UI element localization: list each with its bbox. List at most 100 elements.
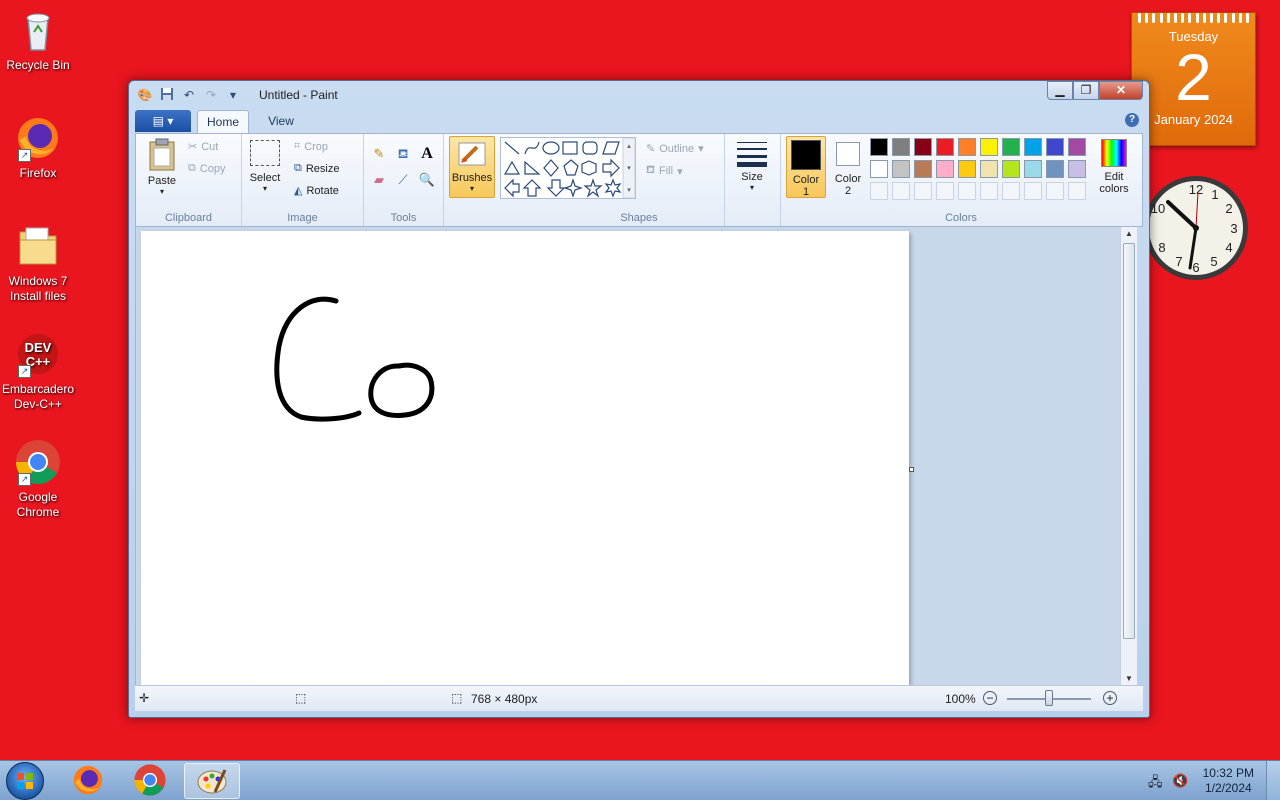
fill-button[interactable]: ⛾ Fill ▾ — [646, 164, 683, 178]
palette-swatch[interactable] — [892, 182, 910, 200]
close-button[interactable]: ✕ — [1099, 81, 1143, 100]
scroll-down-icon[interactable]: ▼ — [1121, 674, 1137, 683]
redo-icon[interactable]: ↷ — [203, 87, 219, 103]
zoom-in-icon[interactable]: + — [1103, 691, 1117, 705]
palette-swatch[interactable] — [980, 138, 998, 156]
title-bar[interactable]: 🎨 ↶ ↷ ▾ Untitled - Paint ▁ ❐ ✕ — [129, 81, 1149, 107]
network-icon[interactable]: 🖧 — [1148, 773, 1163, 795]
palette-swatch[interactable] — [1068, 182, 1086, 200]
palette-swatch[interactable] — [1046, 160, 1064, 178]
copy-button[interactable]: ⧉ Copy — [188, 162, 226, 175]
zoom-slider-thumb[interactable] — [1045, 690, 1053, 706]
resize-button[interactable]: ⧉ Resize — [294, 162, 339, 175]
color-picker-icon[interactable]: ⟋ — [392, 170, 414, 190]
palette-swatch[interactable] — [870, 182, 888, 200]
taskbar-firefox[interactable] — [60, 763, 116, 799]
size-button[interactable]: Size ▾ — [732, 140, 772, 192]
drawing-canvas[interactable] — [141, 231, 914, 685]
eraser-icon[interactable]: ▰ — [368, 170, 390, 190]
undo-icon[interactable]: ↶ — [181, 87, 197, 103]
fill-icon: ⛾ — [646, 164, 655, 176]
palette-swatch[interactable] — [958, 182, 976, 200]
taskbar-paint[interactable] — [184, 763, 240, 799]
palette-swatch[interactable] — [1024, 160, 1042, 178]
palette-swatch[interactable] — [1024, 182, 1042, 200]
svg-text:2: 2 — [1225, 201, 1232, 216]
tab-view[interactable]: View — [259, 110, 303, 133]
palette-swatch[interactable] — [892, 138, 910, 156]
desktop-icon-recycle-bin[interactable]: Recycle Bin — [0, 6, 76, 73]
minimize-button[interactable]: ▁ — [1047, 81, 1073, 100]
shapes-gallery[interactable]: ▴ ▾ ▾ — [500, 137, 636, 199]
desktop-icon-label: Embarcadero Dev-C++ — [1, 382, 75, 411]
palette-swatch[interactable] — [958, 160, 976, 178]
svg-text:5: 5 — [1210, 254, 1217, 269]
palette-swatch[interactable] — [936, 160, 954, 178]
save-icon[interactable] — [159, 87, 175, 103]
tab-home[interactable]: Home — [197, 110, 249, 133]
show-desktop-button[interactable] — [1266, 761, 1280, 800]
palette-swatch[interactable] — [914, 160, 932, 178]
svg-text:8: 8 — [1158, 240, 1165, 255]
paint-menu-button[interactable]: ▤ ▾ — [135, 110, 191, 132]
palette-swatch[interactable] — [936, 182, 954, 200]
desktop-icon-devcpp[interactable]: DEV C++ ↗ Embarcadero Dev-C++ — [0, 330, 76, 412]
desktop-icon-firefox[interactable]: ↗ Firefox — [0, 114, 76, 181]
start-button[interactable] — [6, 762, 44, 800]
select-icon — [250, 140, 280, 166]
scroll-thumb[interactable] — [1123, 243, 1135, 639]
palette-swatch[interactable] — [1068, 138, 1086, 156]
palette-swatch[interactable] — [914, 182, 932, 200]
paint-app-icon[interactable]: 🎨 — [137, 87, 153, 103]
taskbar-chrome[interactable] — [122, 763, 178, 799]
palette-swatch[interactable] — [958, 138, 976, 156]
group-label: Clipboard — [164, 212, 213, 224]
palette-swatch[interactable] — [980, 160, 998, 178]
desktop-icon-chrome[interactable]: ↗ Google Chrome — [0, 438, 76, 520]
desktop-icon-install-files[interactable]: Windows 7 Install files — [0, 222, 76, 304]
customize-qat-icon[interactable]: ▾ — [225, 87, 241, 103]
volume-muted-icon[interactable]: 🔇 — [1172, 773, 1188, 789]
help-icon[interactable]: ? — [1125, 113, 1139, 127]
text-tool-icon[interactable]: A — [416, 144, 438, 164]
palette-swatch[interactable] — [1002, 160, 1020, 178]
palette-swatch[interactable] — [1002, 182, 1020, 200]
edit-colors-button[interactable]: Edit colors — [1092, 136, 1136, 195]
palette-swatch[interactable] — [936, 138, 954, 156]
brushes-button[interactable]: Brushes ▾ — [449, 136, 495, 198]
zoom-out-icon[interactable]: − — [983, 691, 997, 705]
paint-window[interactable]: 🎨 ↶ ↷ ▾ Untitled - Paint ▁ ❐ ✕ ▤ ▾ Home … — [128, 80, 1150, 718]
maximize-button[interactable]: ❐ — [1073, 81, 1099, 100]
color2-button[interactable]: Color 2 — [830, 136, 866, 198]
palette-swatch[interactable] — [870, 138, 888, 156]
palette-swatch[interactable] — [892, 160, 910, 178]
magnifier-icon[interactable]: 🔍 — [416, 170, 438, 190]
chrome-icon: ↗ — [14, 438, 62, 486]
recycle-bin-icon — [14, 6, 62, 54]
palette-swatch[interactable] — [1046, 138, 1064, 156]
vertical-scrollbar[interactable]: ▲ ▼ — [1120, 227, 1137, 685]
color1-button[interactable]: Color 1 — [786, 136, 826, 198]
paste-button[interactable]: Paste ▾ — [144, 138, 180, 196]
select-button[interactable]: Select ▾ — [248, 140, 282, 193]
palette-swatch[interactable] — [870, 160, 888, 178]
scroll-up-icon[interactable]: ▲ — [1121, 229, 1137, 238]
outline-button[interactable]: ✎ Outline ▾ — [646, 142, 704, 156]
rotate-button[interactable]: ◭ Rotate — [294, 184, 339, 198]
palette-swatch[interactable] — [980, 182, 998, 200]
palette-swatch[interactable] — [1024, 138, 1042, 156]
palette-swatch[interactable] — [1002, 138, 1020, 156]
clock-gadget[interactable]: 12 1 2 3 4 5 6 7 8 10 — [1144, 166, 1256, 290]
cut-button[interactable]: ✂ Cut — [188, 140, 218, 154]
palette-swatch[interactable] — [1068, 160, 1086, 178]
group-label: Colors — [945, 212, 977, 224]
divider — [724, 134, 725, 226]
ribbon-home: Paste ▾ ✂ Cut ⧉ Copy Clipboard Select ▾ ⌗ C… — [135, 133, 1143, 227]
taskbar-clock[interactable]: 10:32 PM 1/2/2024 — [1203, 766, 1254, 796]
canvas-resize-handle[interactable] — [909, 467, 914, 472]
pencil-icon[interactable]: ✎ — [368, 144, 390, 164]
palette-swatch[interactable] — [914, 138, 932, 156]
fill-bucket-icon[interactable]: ⛾ — [392, 144, 414, 164]
palette-swatch[interactable] — [1046, 182, 1064, 200]
crop-button[interactable]: ⌗ Crop — [294, 140, 328, 153]
